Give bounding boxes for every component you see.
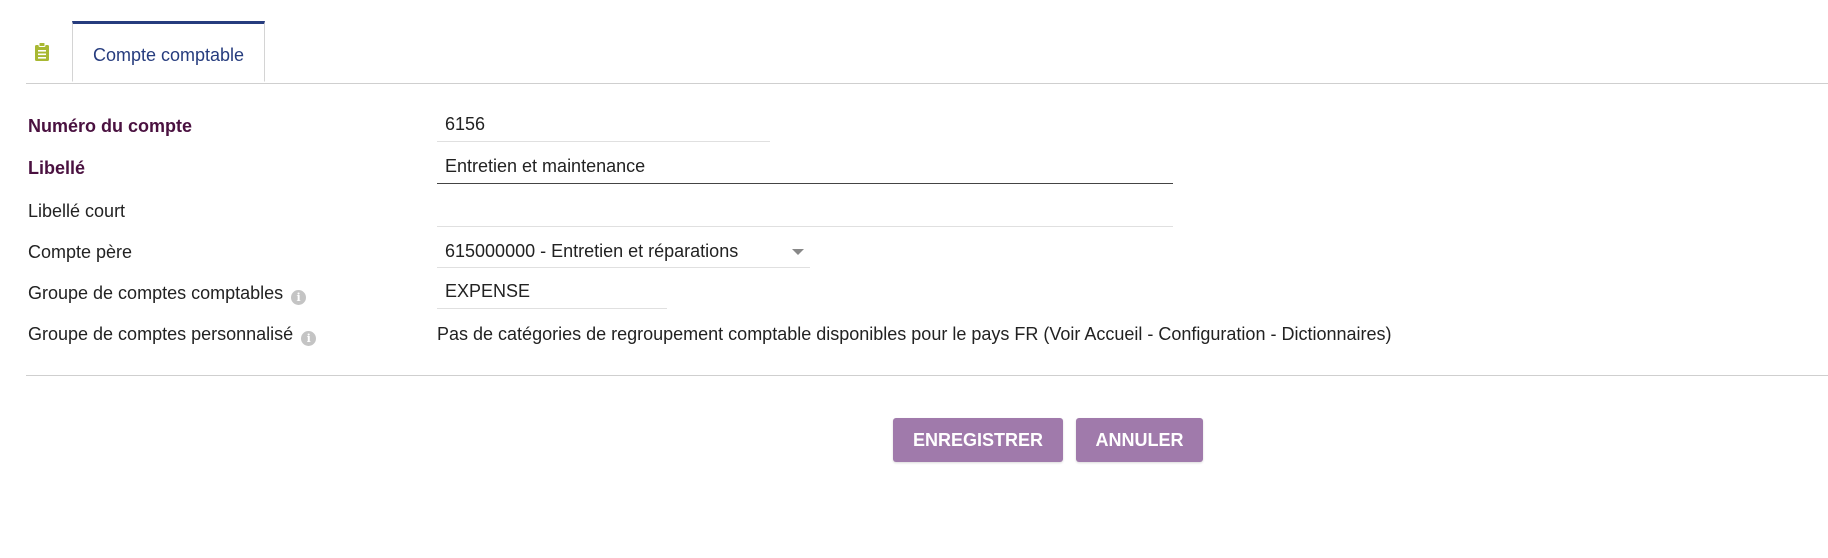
row-account-number: Numéro du compte [28,108,1828,146]
chevron-down-icon[interactable] [792,249,804,255]
account-group-label: Groupe de comptes comptables [28,283,284,303]
row-label: Libellé [28,150,1828,188]
account-number-input[interactable] [437,108,770,140]
account-group-label-wrap: Groupe de comptes comptables i [28,283,307,305]
account-group-input[interactable] [437,275,667,307]
form-divider [26,375,1828,376]
clipboard-icon [34,42,50,61]
account-number-field-wrap [437,108,770,142]
row-short-label: Libellé court [28,193,1828,231]
cancel-button[interactable]: ANNULER [1076,418,1203,462]
label-field-wrap [437,150,1173,184]
parent-account-value: 615000000 - Entretien et réparations [445,241,739,261]
custom-group-label-wrap: Groupe de comptes personnalisé i [28,324,317,346]
label-input[interactable] [437,150,1173,182]
row-custom-group: Groupe de comptes personnalisé i Pas de c… [28,316,1828,354]
short-label-input[interactable] [437,193,1173,225]
custom-group-text: Pas de catégories de regroupement compta… [437,324,1392,344]
row-parent-account: Compte père 615000000 - Entretien et rép… [28,234,1828,272]
label-label: Libellé [28,158,86,178]
account-number-label: Numéro du compte [28,116,193,136]
info-icon[interactable]: i [291,290,307,305]
save-button[interactable]: ENREGISTRER [893,418,1063,462]
tab-label: Compte comptable [92,45,245,65]
short-label-field-wrap [437,193,1173,227]
row-account-group: Groupe de comptes comptables i [28,275,1828,313]
info-icon[interactable]: i [301,331,317,346]
short-label-label: Libellé court [28,201,126,221]
account-group-field-wrap [437,275,667,309]
parent-account-label: Compte père [28,242,133,262]
tab-compte-comptable[interactable]: Compte comptable [72,21,265,82]
parent-account-select[interactable]: 615000000 - Entretien et réparations [437,234,810,268]
tab-bar: Compte comptable [26,21,1828,84]
custom-group-label: Groupe de comptes personnalisé [28,324,294,344]
